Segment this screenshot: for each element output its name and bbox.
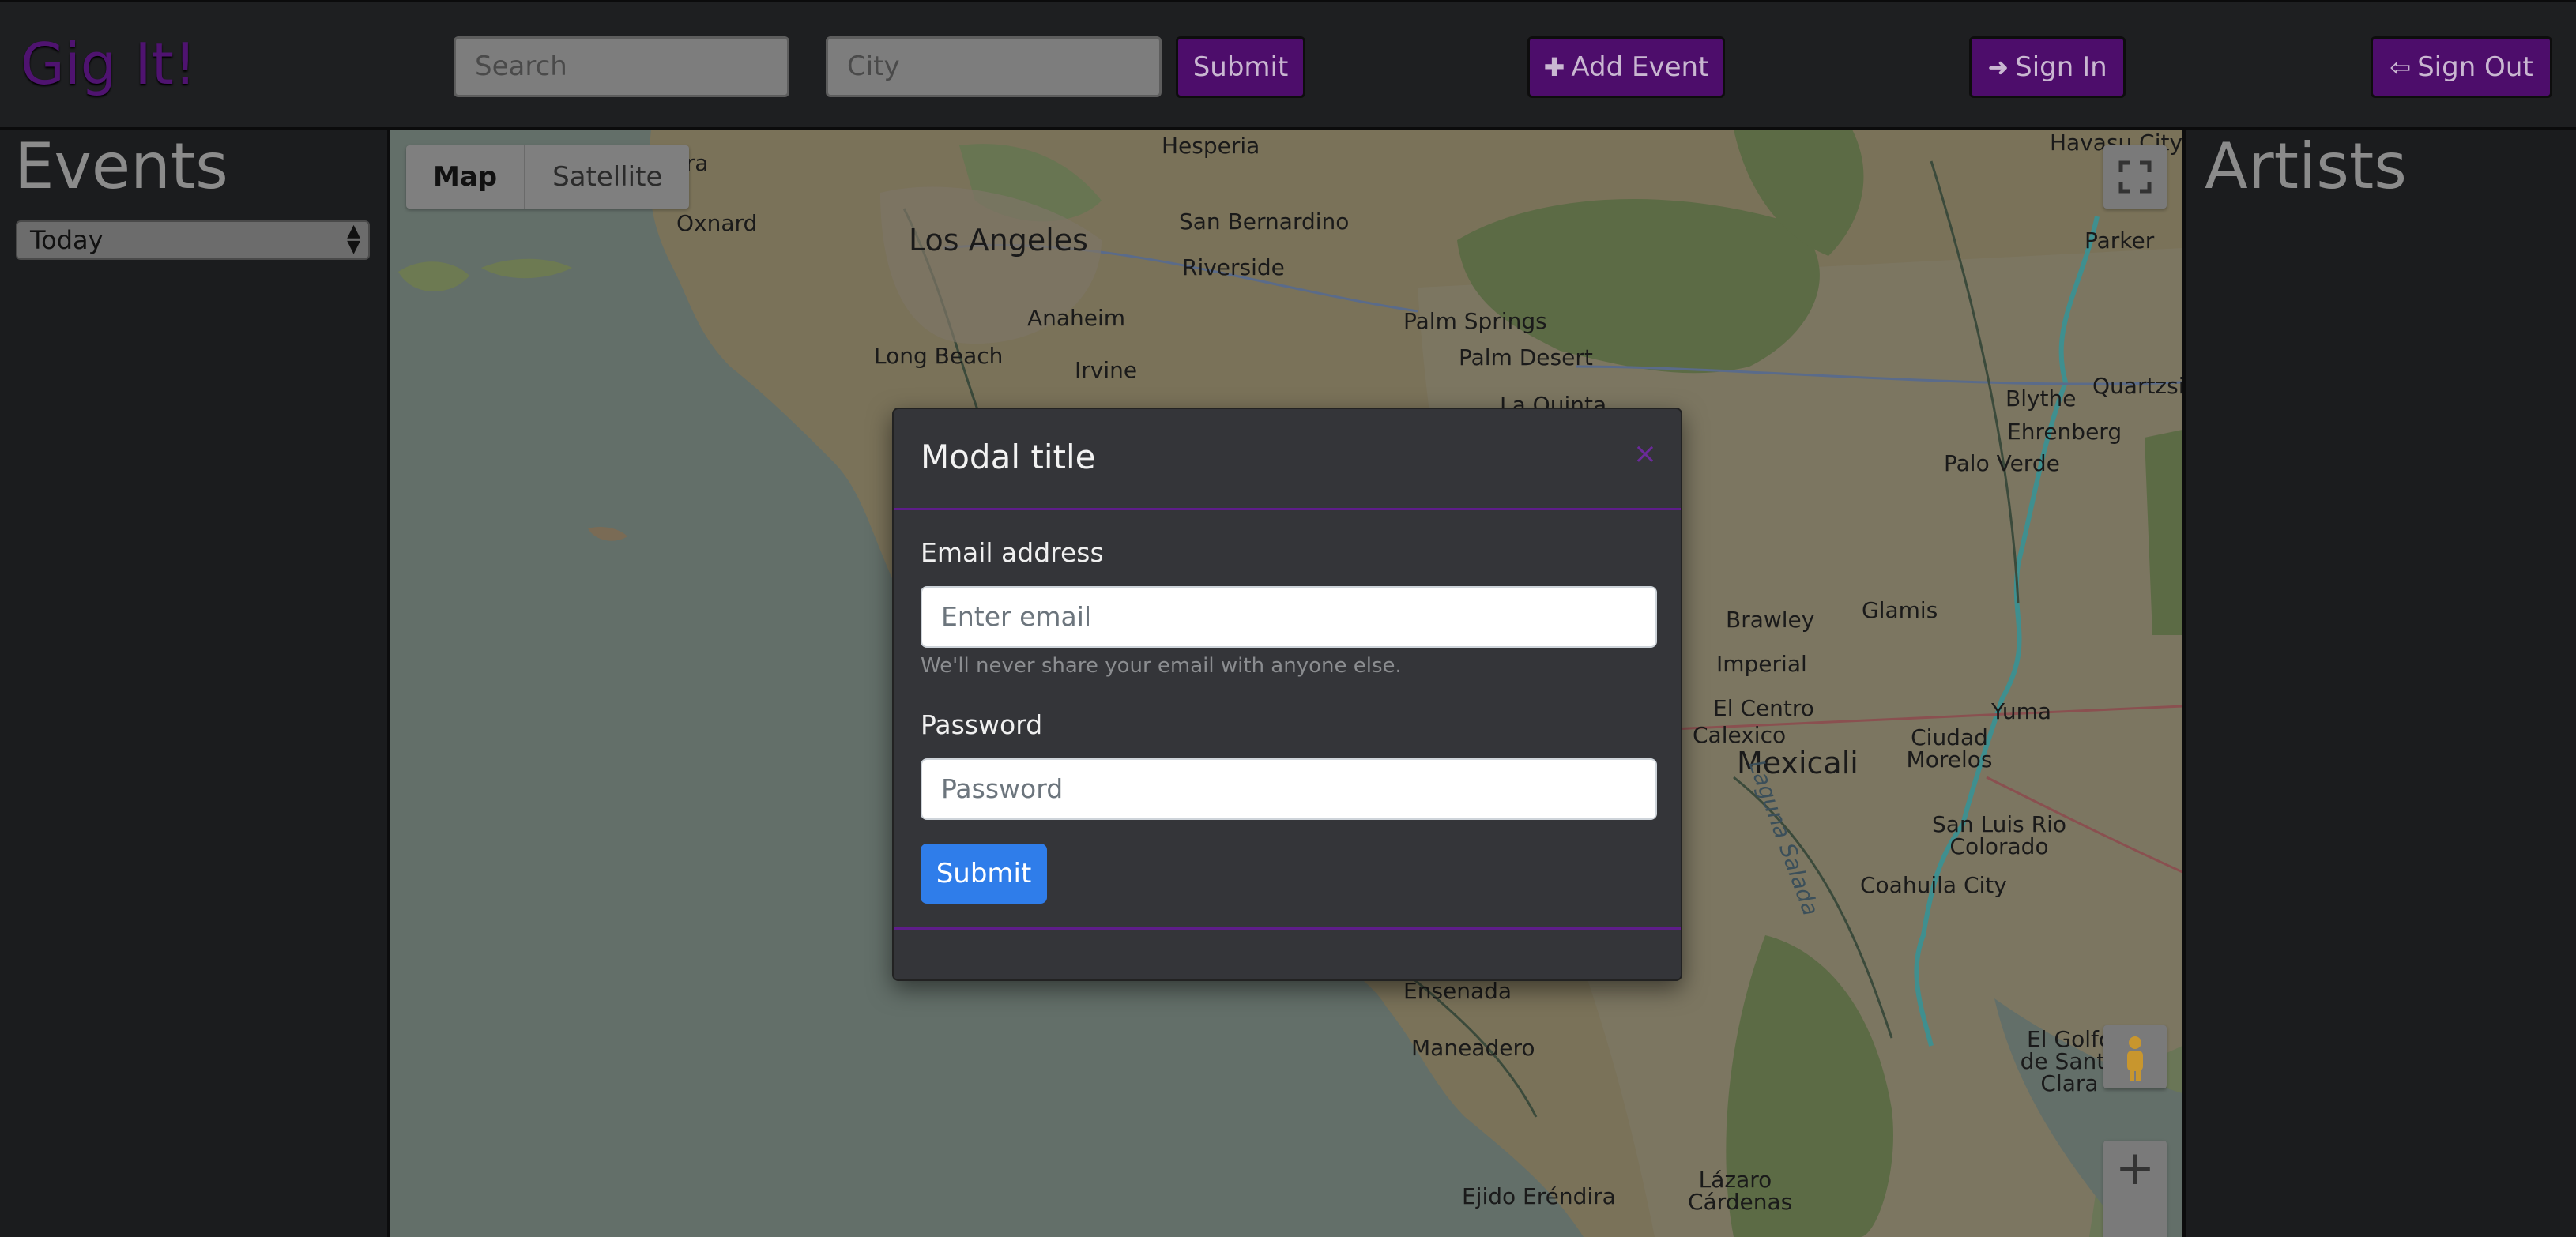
brand-logo[interactable]: Gig It! (21, 31, 197, 97)
map-label: Riverside (1182, 254, 1285, 280)
map-label: Imperial (1716, 651, 1807, 677)
map-type-satellite-button[interactable]: Satellite (525, 145, 689, 209)
map-label: Brawley (1726, 607, 1815, 633)
add-event-button[interactable]: ✚ Add Event (1527, 36, 1725, 98)
add-event-label: Add Event (1571, 51, 1709, 83)
modal-footer-divider (894, 927, 1681, 930)
map-label: Ejido Eréndira (1462, 1183, 1616, 1209)
artists-title: Artists (2205, 130, 2407, 203)
map-label: Oxnard (676, 210, 758, 236)
city-input[interactable]: City (826, 36, 1162, 97)
nav-submit-button[interactable]: Submit (1176, 36, 1305, 98)
map-label: Yuma (1991, 698, 2052, 724)
map-label: San Bernardino (1179, 209, 1350, 235)
sign-out-label: Sign Out (2417, 51, 2533, 83)
map-label: Palo Verde (1944, 450, 2060, 476)
map-label: San Luis Rio Colorado (1931, 811, 2067, 859)
date-range-value: Today (30, 225, 104, 255)
map-label: El Centro (1713, 695, 1814, 721)
map-label: Parker (2085, 227, 2155, 254)
fullscreen-icon (2118, 160, 2152, 194)
map-label: Calexico (1693, 722, 1787, 748)
map-label: Anaheim (1027, 305, 1126, 331)
sign-in-label: Sign In (2015, 51, 2107, 83)
map-label: Blythe (2005, 385, 2077, 412)
search-input[interactable]: Search (454, 36, 789, 97)
sign-in-icon: ➜ (1987, 52, 2009, 82)
sign-in-modal: Modal title × Email address Enter email … (892, 408, 1682, 981)
email-help-text: We'll never share your email with anyone… (921, 654, 1402, 678)
modal-title: Modal title (921, 438, 1096, 476)
password-label: Password (921, 709, 1043, 740)
events-title: Events (14, 130, 228, 203)
events-panel: Events Today ▲ ▼ (0, 130, 390, 1237)
navbar: Gig It! Search City Submit ✚ Add Event ➜ S… (0, 0, 2576, 130)
close-icon[interactable]: × (1633, 438, 1657, 470)
nav-submit-label: Submit (1192, 51, 1289, 83)
date-range-select[interactable]: Today ▲ ▼ (16, 220, 370, 260)
artists-panel: Artists (2182, 130, 2576, 1237)
password-field[interactable]: Password (921, 758, 1657, 820)
map-type-map-button[interactable]: Map (406, 145, 526, 209)
map-label: Quartzsite (2092, 373, 2182, 399)
map-label: Maneadero (1411, 1035, 1535, 1061)
map-label: Ciudad Morelos (1906, 724, 1993, 773)
zoom-in-button[interactable]: + (2103, 1141, 2167, 1196)
email-label: Email address (921, 537, 1104, 568)
street-view-pegman[interactable] (2103, 1025, 2167, 1088)
map-label: Los Angeles (909, 223, 1088, 258)
map-label: Coahuila City (1860, 872, 2007, 898)
sign-in-button[interactable]: ➜ Sign In (1969, 36, 2126, 98)
zoom-control: + (2103, 1141, 2167, 1237)
sign-out-icon: ⇦ (2390, 52, 2412, 82)
modal-header: Modal title × (894, 409, 1681, 510)
map-label: Irvine (1075, 357, 1138, 383)
map-label: Long Beach (874, 343, 1004, 369)
modal-submit-button[interactable]: Submit (921, 844, 1047, 904)
map-type-control: Map Satellite (406, 145, 690, 209)
map-label: Palm Desert (1459, 344, 1593, 370)
map-label: Lázaro Cárdenas (1688, 1167, 1793, 1215)
modal-submit-label: Submit (936, 858, 1032, 889)
plus-icon: ✚ (1543, 52, 1565, 82)
select-arrows-icon: ▲ ▼ (347, 221, 360, 257)
pegman-icon (2127, 1036, 2143, 1081)
map-label: Ehrenberg (2007, 419, 2122, 445)
fullscreen-button[interactable] (2103, 145, 2167, 209)
email-field[interactable]: Enter email (921, 586, 1657, 648)
map-label: Hesperia (1162, 133, 1260, 159)
map-label: Palm Springs (1403, 308, 1547, 334)
map-label: Ensenada (1403, 978, 1512, 1004)
sign-out-button[interactable]: ⇦ Sign Out (2371, 36, 2552, 98)
map-label: Glamis (1862, 597, 1938, 623)
